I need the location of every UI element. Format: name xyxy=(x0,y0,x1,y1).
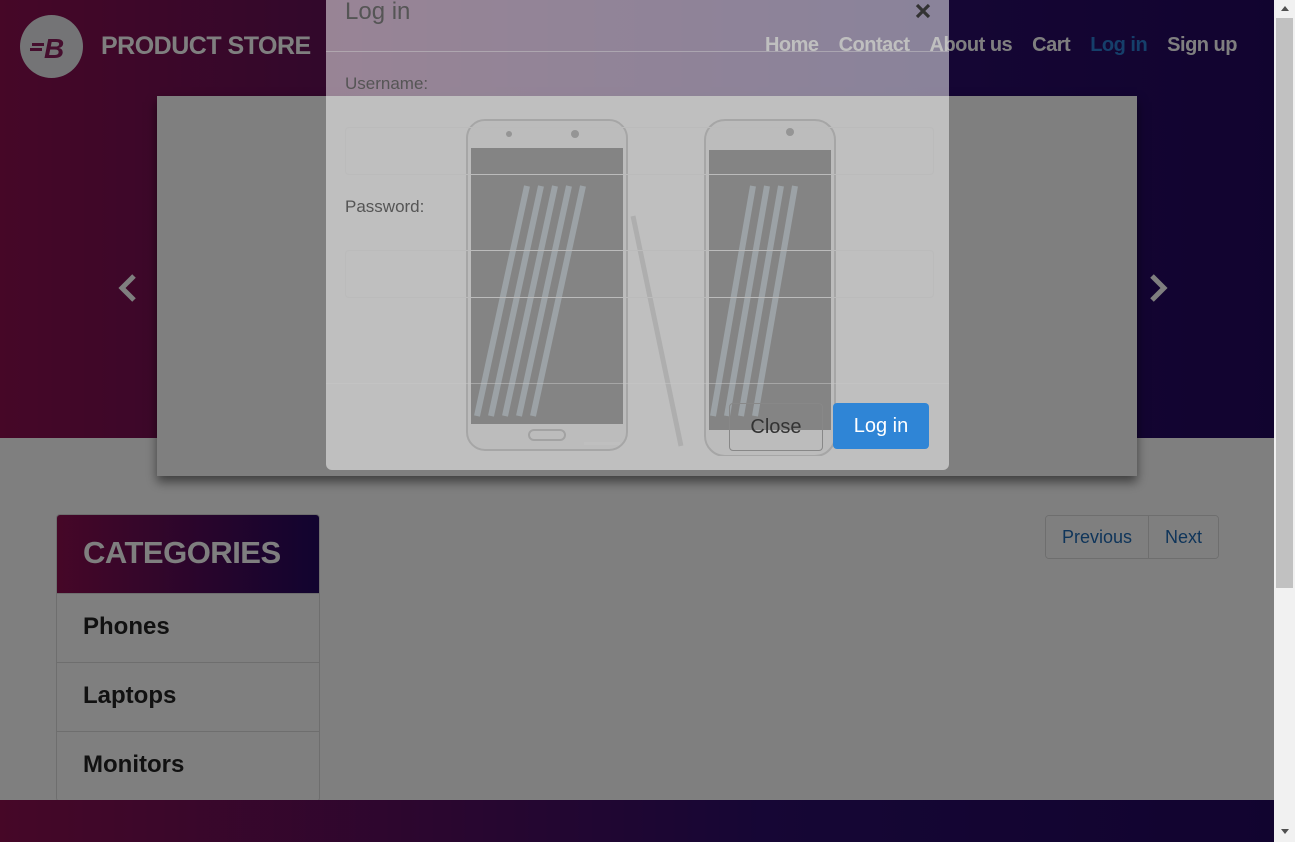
modal-header-divider xyxy=(326,51,949,52)
page: B PRODUCT STORE Home Contact About us Ca… xyxy=(0,0,1274,842)
username-input[interactable] xyxy=(345,127,934,175)
close-icon[interactable] xyxy=(915,0,931,26)
close-button[interactable]: Close xyxy=(729,403,823,451)
scroll-up-icon[interactable] xyxy=(1281,6,1289,11)
login-modal: Log in Username: Password: Close Log in xyxy=(326,0,949,470)
modal-footer-divider xyxy=(326,383,949,384)
username-label: Username: xyxy=(345,74,429,93)
login-button[interactable]: Log in xyxy=(833,403,929,449)
scroll-thumb[interactable] xyxy=(1276,18,1293,588)
vertical-scrollbar[interactable] xyxy=(1274,0,1295,842)
password-label: Password: xyxy=(345,197,425,216)
password-input[interactable] xyxy=(345,250,934,298)
modal-title: Log in xyxy=(345,0,411,25)
scroll-down-icon[interactable] xyxy=(1281,829,1289,834)
